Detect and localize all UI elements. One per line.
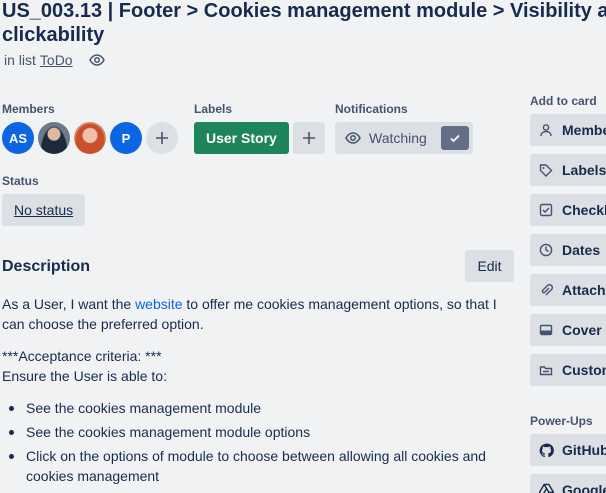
add-dates-button[interactable]: Dates xyxy=(530,234,606,266)
github-powerup-button[interactable]: GitHub xyxy=(530,434,606,466)
list-item: Click on the options of module to choose… xyxy=(2,446,512,486)
eye-icon xyxy=(345,130,361,146)
google-drive-icon xyxy=(538,482,554,493)
add-members-button[interactable]: Members xyxy=(530,114,606,146)
labels-label: Labels xyxy=(194,102,233,116)
list-item: See the cookies management module xyxy=(2,398,512,418)
plus-icon xyxy=(155,131,169,145)
edit-description-button[interactable]: Edit xyxy=(465,250,514,282)
avatar[interactable] xyxy=(38,122,70,154)
list-item: See the cookies management module option… xyxy=(2,422,512,442)
person-icon xyxy=(538,122,554,138)
notifications-label: Notifications xyxy=(335,102,408,116)
criteria-list: See the cookies management module See th… xyxy=(2,398,512,486)
tag-icon xyxy=(538,162,554,178)
add-labels-button[interactable]: Labels xyxy=(530,154,606,186)
card-title[interactable]: US_003.13 | Footer > Cookies management … xyxy=(2,0,606,47)
add-cover-label: Cover xyxy=(562,322,602,338)
clock-icon xyxy=(538,242,554,258)
description-intro: As a User, I want the website to offer m… xyxy=(2,294,512,334)
in-list-prefix: in list xyxy=(4,52,36,68)
website-link[interactable]: website xyxy=(135,296,182,312)
avatar[interactable]: P xyxy=(110,122,142,154)
avatar[interactable] xyxy=(74,122,106,154)
description-body[interactable]: As a User, I want the website to offer m… xyxy=(2,294,512,490)
avatar[interactable]: AS xyxy=(2,122,34,154)
add-members-label: Members xyxy=(562,122,606,138)
custom-fields-icon xyxy=(538,362,554,378)
google-drive-powerup-button[interactable]: Google Drive xyxy=(530,474,606,493)
watch-label: Watching xyxy=(369,130,427,146)
watch-button[interactable]: Watching xyxy=(335,122,473,154)
description-heading: Description xyxy=(2,258,91,275)
checkbox-icon xyxy=(538,202,554,218)
add-attachment-label: Attachment xyxy=(562,282,606,298)
add-dates-label: Dates xyxy=(562,242,601,258)
check-icon xyxy=(441,126,469,150)
add-to-card-label: Add to card xyxy=(530,94,597,108)
members-label: Members xyxy=(2,102,55,116)
members-list: AS P xyxy=(2,122,178,154)
label-chip[interactable]: User Story xyxy=(194,122,289,154)
criteria-lead: Ensure the User is able to: xyxy=(2,368,167,384)
intro-text: As a User, I want the xyxy=(2,296,136,312)
add-cover-button[interactable]: Cover xyxy=(530,314,606,346)
add-custom-fields-button[interactable]: Custom Fields xyxy=(530,354,606,386)
add-attachment-button[interactable]: Attachment xyxy=(530,274,606,306)
powerups-label: Power-Ups xyxy=(530,414,593,428)
watch-eye-icon xyxy=(88,52,105,68)
list-link[interactable]: ToDo xyxy=(40,52,73,68)
add-label-button[interactable] xyxy=(292,122,325,154)
add-custom-fields-label: Custom Fields xyxy=(562,362,606,378)
criteria-title: ***Acceptance criteria: *** xyxy=(2,348,162,364)
status-button[interactable]: No status xyxy=(2,194,86,226)
labels-list: User Story xyxy=(194,122,325,154)
paperclip-icon xyxy=(538,282,554,298)
github-icon xyxy=(538,442,554,458)
list-info: in list ToDo xyxy=(4,52,105,68)
add-member-button[interactable] xyxy=(146,122,178,154)
google-drive-label: Google Drive xyxy=(562,482,606,493)
add-checklist-button[interactable]: Checklist xyxy=(530,194,606,226)
status-label: Status xyxy=(2,174,39,188)
github-label: GitHub xyxy=(562,442,606,458)
plus-icon xyxy=(302,131,316,145)
add-checklist-label: Checklist xyxy=(562,202,606,218)
cover-icon xyxy=(538,322,554,338)
add-labels-label: Labels xyxy=(562,162,606,178)
